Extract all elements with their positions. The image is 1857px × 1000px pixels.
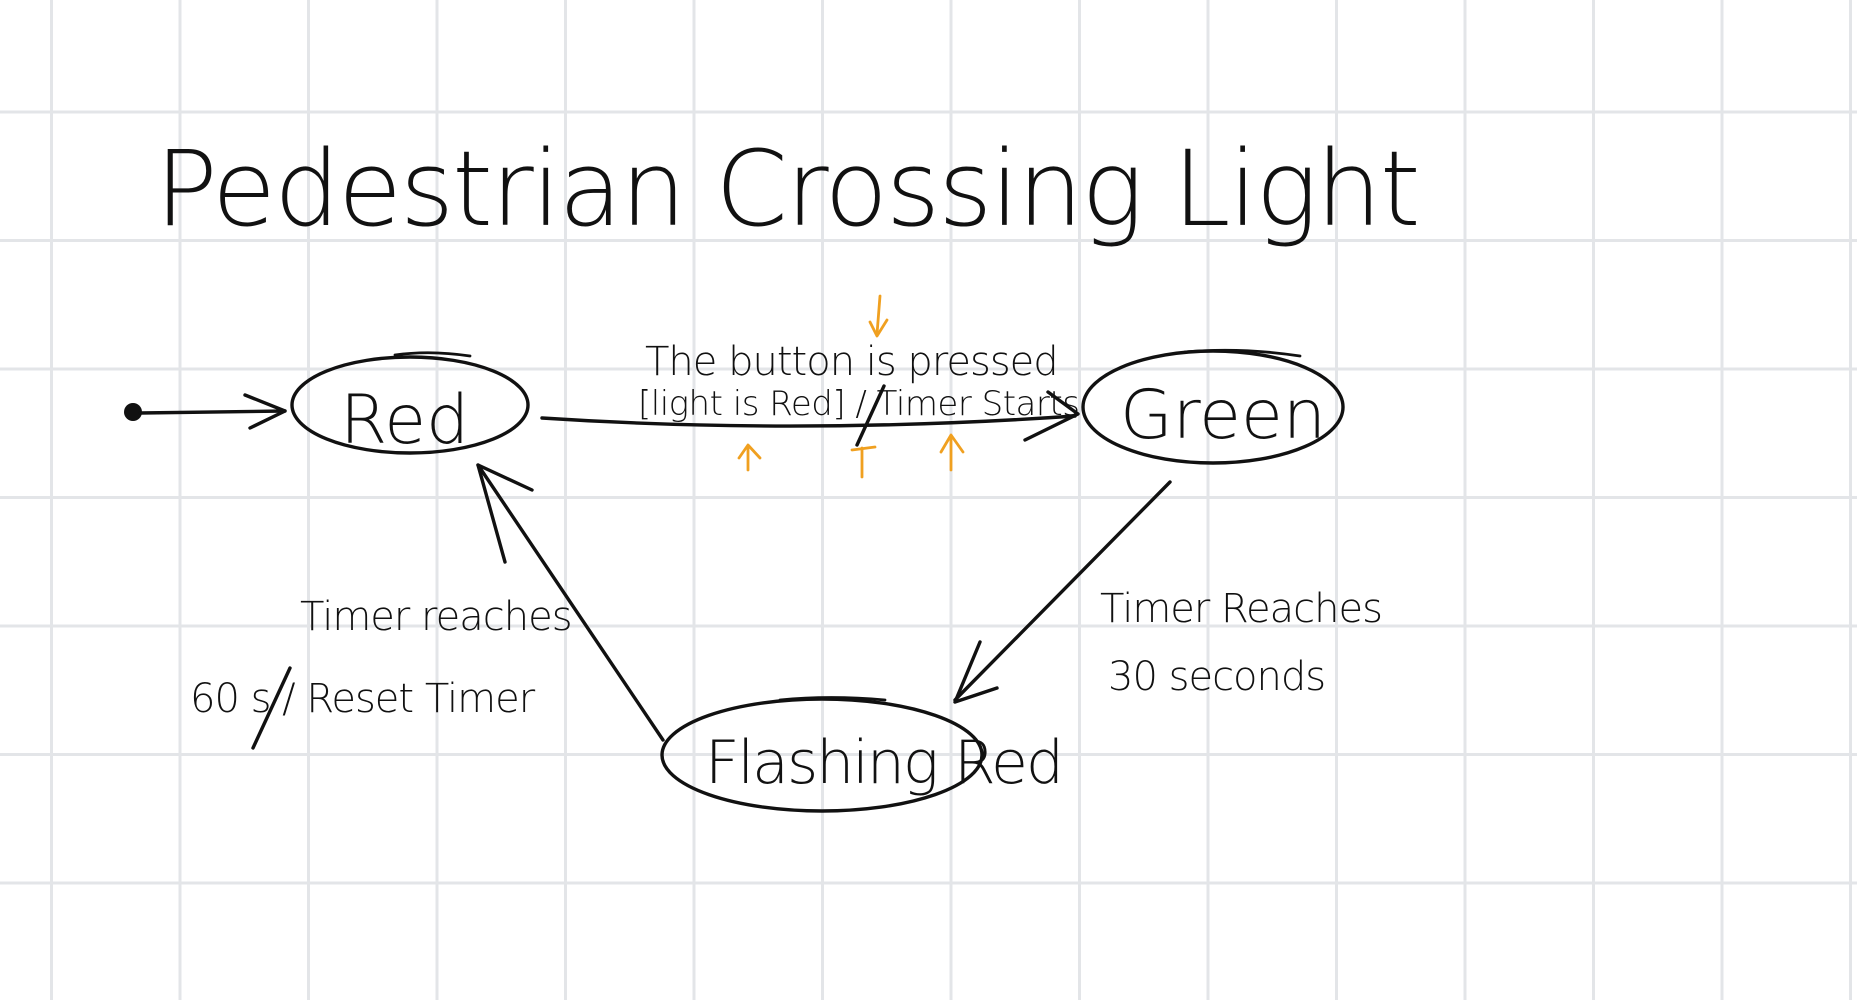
- transition-flashing-red-event: Timer reaches: [300, 594, 572, 640]
- transition-green-to-flashing-red: Timer Reaches 30 seconds: [953, 480, 1383, 704]
- annotation-up-arrow-2-head: [850, 445, 877, 452]
- state-green-label: Green: [1120, 376, 1326, 455]
- state-diagram: Pedestrian Crossing Light Red Green Flas…: [124, 128, 1421, 813]
- state-red-label: Red: [340, 381, 469, 460]
- initial-transition: [124, 393, 287, 430]
- state-red[interactable]: Red: [290, 351, 530, 460]
- annotation-down-arrow-stem: [875, 294, 882, 336]
- transition-red-green-guard-action: [light is Red] / Timer Starts: [638, 384, 1079, 424]
- state-flashing-red[interactable]: Flashing Red: [660, 696, 1064, 813]
- diagram-title: Pedestrian Crossing Light: [155, 128, 1419, 250]
- transition-green-flashing-event-line2: 30 seconds: [1108, 654, 1325, 700]
- initial-arrow-line: [138, 409, 287, 415]
- transition-green-flashing-event-line1: Timer Reaches: [1100, 586, 1382, 632]
- transition-flashing-red-to-red: Timer reaches 60 s / Reset Timer: [190, 463, 665, 750]
- transition-red-to-green: The button is pressed [light is Red] / T…: [540, 339, 1080, 447]
- transition-flashing-red-action: 60 s / Reset Timer: [190, 676, 536, 722]
- transition-red-green-event: The button is pressed: [645, 339, 1058, 385]
- state-flashing-red-label: Flashing Red: [705, 728, 1062, 798]
- state-green[interactable]: Green: [1081, 348, 1345, 465]
- annotation-up-arrow-1-head: [737, 443, 762, 460]
